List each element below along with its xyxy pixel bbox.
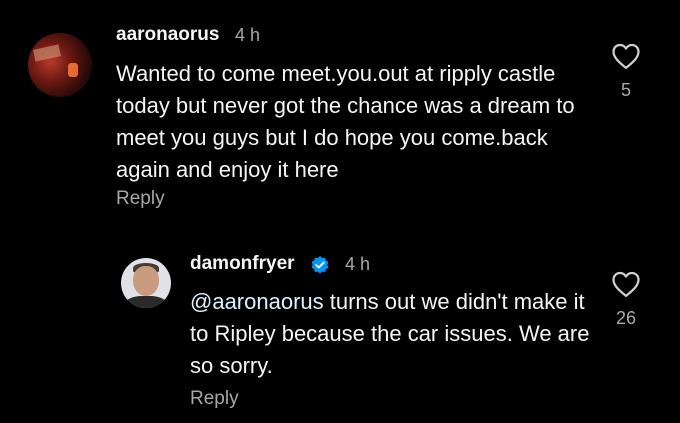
avatar[interactable] (121, 258, 171, 308)
avatar-shirt (125, 296, 167, 308)
comment-item: damonfryer 4 h @aaronaorus turns out we … (0, 0, 680, 423)
comment-username[interactable]: damonfryer (190, 253, 295, 275)
comment-timestamp: 4 h (345, 254, 371, 274)
verified-badge-icon (311, 256, 329, 274)
heart-icon[interactable] (611, 270, 641, 298)
avatar-face (133, 266, 159, 296)
comment-text: @aaronaorus turns out we didn't make it … (190, 286, 590, 382)
mention-link[interactable]: @aaronaorus (190, 289, 324, 314)
reply-button[interactable]: Reply (190, 388, 239, 410)
like-count: 26 (615, 308, 637, 328)
